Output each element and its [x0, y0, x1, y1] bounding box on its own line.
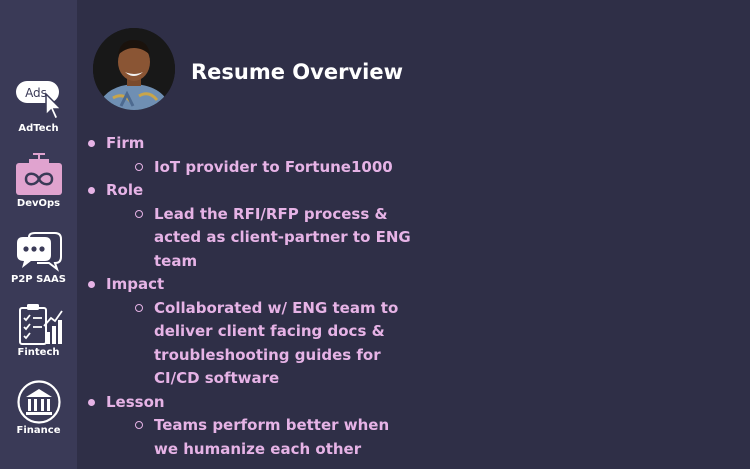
sidebar-item-label: Finance	[16, 425, 61, 436]
sidebar-item-label: AdTech	[18, 123, 59, 134]
sidebar-item-fintech[interactable]: Fintech	[0, 302, 77, 358]
section-heading: Role	[106, 181, 144, 199]
section-heading: Lesson	[106, 392, 165, 411]
section-detail: Teams perform better when we humanize ea…	[106, 414, 417, 461]
section-detail: Lead the RFI/RFP process & acted as clie…	[106, 203, 417, 274]
section-detail: IoT provider to Fortune1000	[106, 156, 417, 180]
sidebar-item-label: DevOps	[16, 198, 61, 209]
sidebar-item-adtech[interactable]: Ads AdTech	[0, 78, 77, 134]
list-item: Lesson Teams perform better when we huma…	[87, 391, 417, 462]
resume-outline: Firm IoT provider to Fortune1000 Role Le…	[87, 132, 417, 461]
sidebar-item-finance[interactable]: Finance	[0, 380, 77, 436]
sidebar-item-label: P2P SAAS	[11, 274, 66, 285]
devops-infinity-icon	[15, 153, 62, 195]
sidebar: Ads AdTech DevOps P2P SAAS Fintech Finan…	[0, 0, 77, 469]
checklist-chart-icon	[18, 304, 63, 345]
bank-icon	[16, 380, 61, 424]
chat-bubbles-icon	[16, 232, 62, 272]
sidebar-item-p2p-saas[interactable]: P2P SAAS	[0, 229, 77, 285]
section-heading: Firm	[106, 134, 145, 152]
profile-photo	[93, 28, 175, 110]
section-heading: Impact	[106, 275, 165, 293]
page-title: Resume Overview	[191, 60, 403, 84]
sidebar-item-devops[interactable]: DevOps	[0, 153, 77, 209]
ads-badge-text: Ads	[25, 86, 47, 100]
list-item: Firm IoT provider to Fortune1000	[87, 132, 417, 179]
list-item: Role Lead the RFI/RFP process & acted as…	[87, 179, 417, 273]
sidebar-item-label: Fintech	[17, 347, 60, 358]
avatar	[93, 28, 175, 110]
main-content: Resume Overview Firm IoT provider to For…	[77, 0, 750, 469]
ads-cursor-icon: Ads	[15, 81, 63, 121]
list-item: Impact Collaborated w/ ENG team to deliv…	[87, 273, 417, 391]
section-detail: Collaborated w/ ENG team to deliver clie…	[106, 297, 417, 391]
